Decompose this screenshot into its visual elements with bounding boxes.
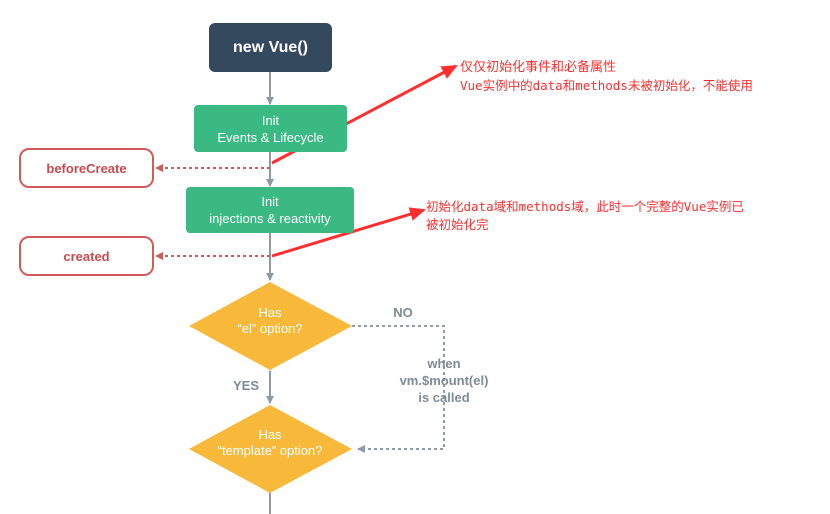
annotation-created-line2: 被初始化完 bbox=[426, 217, 489, 232]
created-label: created bbox=[63, 248, 110, 264]
decision-template-text: Has “template” option? bbox=[195, 427, 345, 459]
decision-el-line2: “el” option? bbox=[237, 321, 303, 336]
init-events-line1: Init bbox=[261, 112, 280, 128]
annotation-created-line1: 初始化data域和methods域，此时一个完整的Vue实例已 bbox=[426, 199, 744, 214]
when-line3: is called bbox=[418, 390, 470, 405]
init-injections-line2: injections & reactivity bbox=[209, 211, 331, 226]
new-vue-label: new Vue() bbox=[233, 38, 308, 56]
init-injections-node: Init injections & reactivity bbox=[186, 187, 354, 233]
when-line2: vm.$mount(el) bbox=[399, 373, 489, 388]
before-create-hook: beforeCreate bbox=[19, 148, 154, 188]
init-injections-line1: Init bbox=[261, 194, 279, 209]
decision-template-line2: “template” option? bbox=[217, 443, 323, 458]
annotation-before-create: 仅仅初始化事件和必备属性 Vue实例中的data和methods未被初始化，不能… bbox=[460, 59, 753, 95]
init-events-node: Init Events & Lifecycle bbox=[194, 105, 347, 152]
no-label: NO bbox=[393, 305, 413, 320]
when-mount-label: when vm.$mount(el) is called bbox=[380, 355, 508, 406]
decision-el-line1: Has bbox=[258, 305, 282, 320]
annotation-before-create-line1: 仅仅初始化事件和必备属性 bbox=[460, 60, 617, 75]
new-vue-node: new Vue() bbox=[209, 23, 332, 72]
decision-template-line1: Has bbox=[258, 427, 282, 442]
before-create-label: beforeCreate bbox=[46, 160, 127, 176]
when-line1: when bbox=[427, 356, 461, 371]
init-events-line2: Events & Lifecycle bbox=[217, 129, 324, 145]
created-hook: created bbox=[19, 236, 154, 276]
yes-label: YES bbox=[232, 378, 259, 393]
annotation-before-create-line2: Vue实例中的data和methods未被初始化，不能使用 bbox=[460, 78, 753, 93]
decision-el-text: Has “el” option? bbox=[200, 305, 340, 337]
annotation-created: 初始化data域和methods域，此时一个完整的Vue实例已 被初始化完 bbox=[426, 198, 744, 234]
